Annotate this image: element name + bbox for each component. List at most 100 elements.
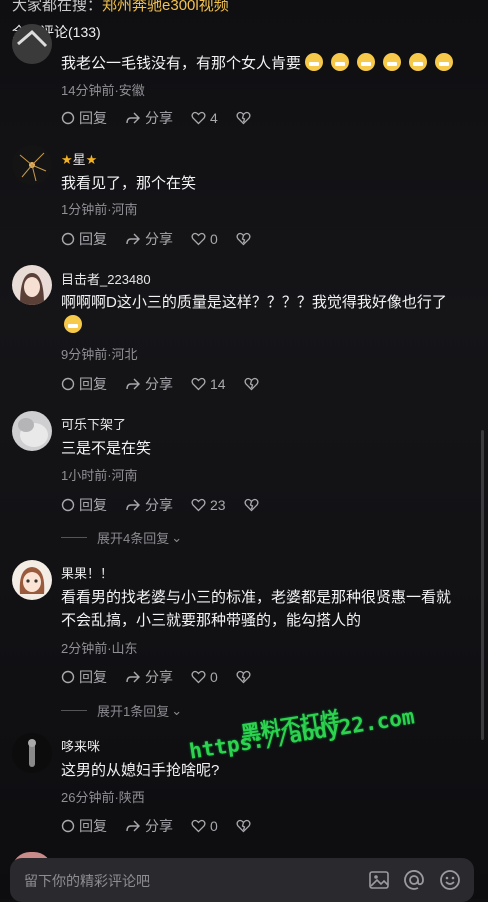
mask-emoji bbox=[331, 53, 350, 71]
avatar[interactable] bbox=[12, 411, 52, 451]
reply-icon bbox=[61, 819, 75, 833]
reply-icon bbox=[61, 377, 75, 391]
comment-input[interactable]: 留下你的精彩评论吧 bbox=[10, 858, 474, 902]
divider bbox=[61, 537, 87, 538]
comment-actions: 回复 分享 23 bbox=[61, 495, 263, 515]
comment-text: 我看见了，那个在笑 bbox=[61, 175, 197, 192]
search-prefix: 大家都在搜： bbox=[12, 0, 103, 14]
search-suggestion[interactable]: 大家都在搜：郑州奔驰e300l视频 bbox=[12, 0, 229, 15]
comment-author[interactable]: 可乐下架了 bbox=[61, 414, 126, 433]
reply-button[interactable]: 回复 bbox=[61, 374, 107, 394]
share-icon bbox=[126, 233, 140, 245]
comment-meta: 1小时前·河南 bbox=[61, 468, 138, 483]
dislike-button[interactable] bbox=[244, 377, 263, 391]
share-icon bbox=[126, 820, 140, 832]
comment-author[interactable]: 哆来咪 bbox=[61, 736, 100, 755]
share-button[interactable]: 分享 bbox=[125, 667, 173, 687]
heart-icon bbox=[191, 232, 206, 246]
emoji-icon[interactable] bbox=[439, 869, 461, 896]
comment-actions: 回复 分享 0 bbox=[61, 816, 255, 836]
dislike-button[interactable] bbox=[236, 111, 255, 125]
like-button[interactable]: 0 bbox=[191, 669, 218, 685]
heart-icon bbox=[191, 498, 206, 512]
heart-icon bbox=[191, 670, 206, 684]
avatar[interactable] bbox=[12, 265, 52, 305]
share-icon bbox=[126, 378, 140, 390]
mask-emoji bbox=[409, 53, 428, 71]
reply-button[interactable]: 回复 bbox=[61, 816, 107, 836]
avatar[interactable] bbox=[12, 733, 52, 773]
comment-text: 看看男的找老婆与小三的标准，老婆都是那种很贤惠一看就不会乱搞，小三就要那种带骚的… bbox=[61, 589, 452, 629]
avatar[interactable] bbox=[12, 24, 52, 64]
dislike-button[interactable] bbox=[236, 670, 255, 684]
search-keyword[interactable]: 郑州奔驰e300l视频 bbox=[102, 0, 229, 14]
chevron-down-icon: ⌄ bbox=[171, 702, 183, 718]
comment-author[interactable]: 目击者_223480 bbox=[61, 269, 151, 288]
dislike-button[interactable] bbox=[236, 819, 255, 833]
comment-text: 三是不是在笑 bbox=[61, 440, 152, 457]
heart-icon bbox=[191, 819, 206, 833]
comment-actions: 回复 分享 14 bbox=[61, 374, 263, 394]
comment-text: 这男的从媳妇手抢啥呢? bbox=[61, 762, 220, 779]
like-button[interactable]: 14 bbox=[191, 376, 226, 392]
chevron-down-icon: ⌄ bbox=[171, 529, 183, 545]
broken-heart-icon bbox=[236, 111, 251, 125]
share-button[interactable]: 分享 bbox=[125, 374, 173, 394]
expand-replies-button[interactable]: 展开1条回复 ⌄ bbox=[61, 701, 182, 720]
comment-meta: 1分钟前·河南 bbox=[61, 202, 138, 217]
comment-actions: 回复 分享 4 bbox=[61, 108, 255, 128]
comment-meta: 9分钟前·河北 bbox=[61, 347, 138, 362]
share-icon bbox=[126, 112, 140, 124]
star-icon: ★ bbox=[85, 152, 98, 167]
comment-text: 啊啊啊D这小三的质量是这样？？？？我觉得我好像也行了 bbox=[61, 291, 461, 337]
mask-emoji bbox=[383, 53, 402, 71]
comment-input-placeholder: 留下你的精彩评论吧 bbox=[24, 873, 150, 889]
grin-emoji bbox=[64, 315, 82, 333]
reply-button[interactable]: 回复 bbox=[61, 667, 107, 687]
star-icon: ★ bbox=[61, 152, 73, 167]
reply-button[interactable]: 回复 bbox=[61, 495, 107, 515]
comment-actions: 回复 分享 0 bbox=[61, 229, 255, 249]
broken-heart-icon bbox=[236, 819, 251, 833]
like-button[interactable]: 0 bbox=[191, 231, 218, 247]
comment-author[interactable]: ★星★ bbox=[61, 149, 97, 168]
expand-replies-button[interactable]: 展开4条回复 ⌄ bbox=[61, 528, 182, 547]
reply-button[interactable]: 回复 bbox=[61, 108, 107, 128]
avatar[interactable] bbox=[12, 560, 52, 600]
avatar[interactable] bbox=[12, 145, 52, 185]
mask-emoji bbox=[305, 53, 324, 71]
dislike-button[interactable] bbox=[236, 232, 255, 246]
heart-icon bbox=[191, 111, 206, 125]
comment-meta: 26分钟前·陕西 bbox=[61, 790, 145, 805]
like-button[interactable]: 23 bbox=[191, 497, 226, 513]
broken-heart-icon bbox=[244, 498, 259, 512]
reply-icon bbox=[61, 232, 75, 246]
at-mention-icon[interactable] bbox=[403, 869, 425, 896]
reply-icon bbox=[61, 670, 75, 684]
comment-meta: 14分钟前·安徽 bbox=[61, 83, 145, 98]
reply-button[interactable]: 回复 bbox=[61, 229, 107, 249]
like-button[interactable]: 4 bbox=[191, 110, 218, 126]
mask-emoji bbox=[435, 53, 454, 71]
reply-icon bbox=[61, 111, 75, 125]
comment-meta: 2分钟前·山东 bbox=[61, 641, 138, 656]
share-button[interactable]: 分享 bbox=[125, 229, 173, 249]
comment-text: 我老公一毛钱没有，有那个女人肯要 bbox=[61, 52, 461, 75]
scrollbar[interactable] bbox=[481, 430, 484, 740]
share-icon bbox=[126, 671, 140, 683]
image-icon[interactable] bbox=[368, 869, 390, 896]
reply-icon bbox=[61, 498, 75, 512]
heart-icon bbox=[191, 377, 206, 391]
share-icon bbox=[126, 499, 140, 511]
broken-heart-icon bbox=[236, 670, 251, 684]
share-button[interactable]: 分享 bbox=[125, 108, 173, 128]
broken-heart-icon bbox=[244, 377, 259, 391]
share-button[interactable]: 分享 bbox=[125, 495, 173, 515]
comment-author[interactable]: 果果！！ bbox=[61, 563, 113, 582]
comments-header: 大家都在搜：郑州奔驰e300l视频 全部评论(133) bbox=[0, 0, 488, 46]
divider bbox=[61, 710, 87, 711]
dislike-button[interactable] bbox=[244, 498, 263, 512]
broken-heart-icon bbox=[236, 232, 251, 246]
share-button[interactable]: 分享 bbox=[125, 816, 173, 836]
like-button[interactable]: 0 bbox=[191, 818, 218, 834]
